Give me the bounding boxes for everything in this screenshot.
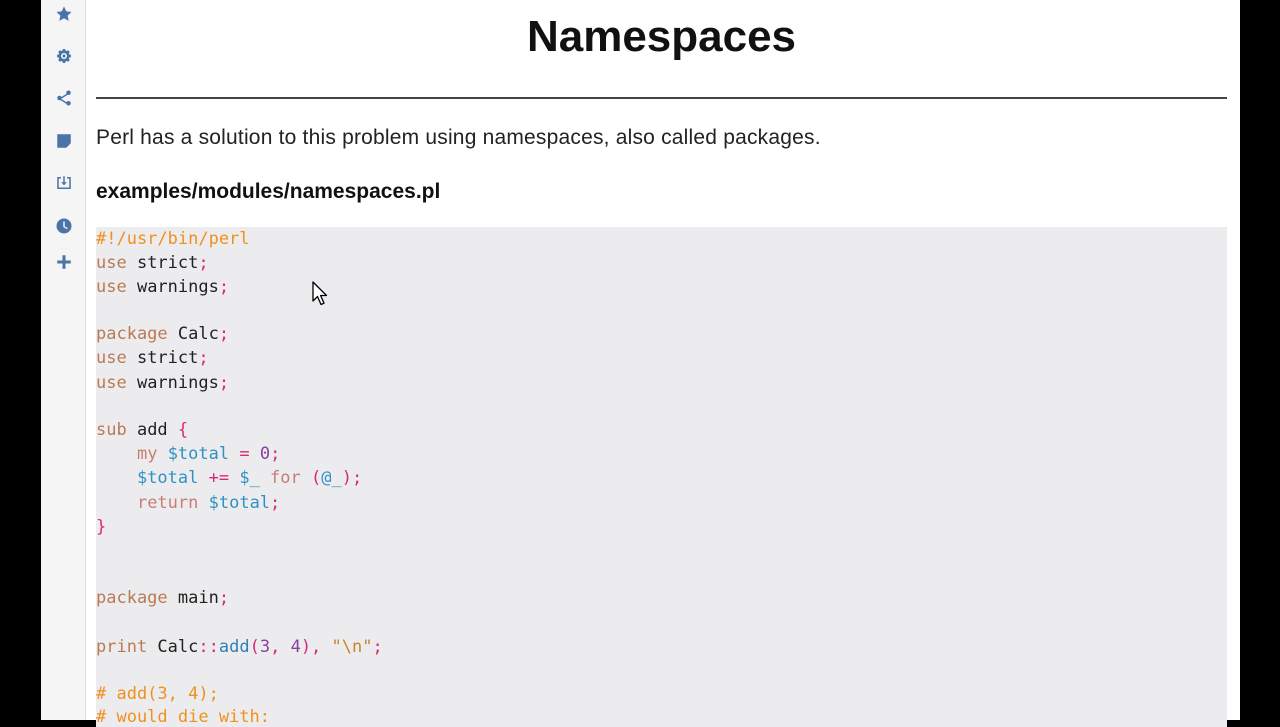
file-name-heading[interactable]: examples/modules/namespaces.pl [96, 180, 440, 204]
code-line: package main; [96, 586, 229, 610]
intro-paragraph: Perl has a solution to this problem usin… [96, 126, 821, 149]
code-token: , [270, 637, 291, 657]
code-token: :: [198, 637, 219, 657]
code-token: ( [249, 637, 260, 657]
code-line: #!/usr/bin/perl [96, 227, 250, 251]
code-token: ; [198, 348, 209, 368]
code-line: sub add { [96, 418, 188, 442]
code-token: ; [270, 444, 281, 464]
code-token: += [198, 468, 240, 488]
code-line: return $total; [96, 491, 280, 515]
title-divider [96, 97, 1227, 99]
mouse-cursor-icon [312, 281, 328, 306]
code-token: strict [126, 253, 199, 273]
code-line: } [96, 515, 106, 539]
star-icon[interactable] [53, 3, 75, 25]
code-line: package Calc; [96, 322, 229, 346]
code-token: use [96, 277, 127, 297]
gear-icon[interactable] [53, 45, 75, 67]
code-token: use [96, 373, 127, 393]
code-token: main [167, 588, 219, 608]
code-token: add [126, 420, 178, 440]
plus-icon[interactable] [53, 251, 75, 273]
code-token: = [229, 444, 260, 464]
note-icon[interactable] [53, 130, 75, 152]
code-token: ; [218, 373, 230, 393]
code-token: use [96, 253, 127, 273]
share-icon[interactable] [53, 87, 75, 109]
code-token: ( [311, 468, 322, 488]
code-token: ; [218, 277, 230, 297]
history-icon[interactable] [53, 215, 75, 237]
code-token: 0 [259, 444, 271, 464]
code-token: add [218, 637, 250, 657]
code-line: # would die with: [96, 705, 270, 727]
page-content: Namespaces Perl has a solution to this p… [96, 0, 1227, 727]
code-token: my [136, 444, 158, 464]
code-block: #!/usr/bin/perl use strict; use warnings; p… [96, 227, 1227, 727]
code-token: Calc [167, 324, 219, 344]
code-token: return [136, 493, 199, 513]
code-line: $total += $_ for (@_); [96, 466, 362, 490]
code-token: warnings [126, 373, 219, 393]
code-token: ; [198, 253, 209, 273]
sidebar [41, 0, 86, 720]
code-token: strict [126, 348, 199, 368]
code-token: # would die with: [96, 707, 270, 727]
browser-frame: Namespaces Perl has a solution to this p… [41, 0, 1240, 727]
code-token: 4 [290, 637, 301, 657]
code-token: $total [136, 468, 199, 488]
code-token: for [259, 468, 311, 488]
code-line: use warnings; [96, 275, 229, 299]
code-token: package [96, 588, 168, 608]
code-token: package [96, 324, 168, 344]
code-token: ), [300, 637, 332, 657]
code-line: my $total = 0; [96, 442, 280, 466]
code-token: ; [372, 637, 383, 657]
code-token: } [96, 517, 107, 537]
code-token: 3 [259, 637, 271, 657]
code-token: # add(3, 4); [96, 684, 219, 704]
code-token: $total [208, 493, 271, 513]
code-token: sub [96, 420, 127, 440]
code-token: $total [167, 444, 230, 464]
code-token: { [177, 420, 189, 440]
code-token: #!/usr/bin/perl [96, 229, 250, 249]
code-line: use warnings; [96, 371, 229, 395]
code-line: # add(3, 4); [96, 682, 219, 706]
code-token: warnings [126, 277, 219, 297]
code-token: "\n" [331, 637, 373, 657]
download-icon[interactable] [53, 172, 75, 194]
code-token: ; [218, 588, 230, 608]
code-token: $_ [239, 468, 260, 488]
code-token: print [96, 637, 148, 657]
code-token: ); [341, 468, 363, 488]
page-title: Namespaces [526, 12, 797, 61]
code-token: @_ [321, 468, 342, 488]
code-token: use [96, 348, 127, 368]
code-token: ; [218, 324, 230, 344]
code-line: use strict; [96, 251, 209, 275]
code-token: ; [270, 493, 281, 513]
code-line: use strict; [96, 346, 209, 370]
code-token: Calc [147, 637, 199, 657]
code-line: print Calc::add(3, 4), "\n"; [96, 635, 383, 659]
